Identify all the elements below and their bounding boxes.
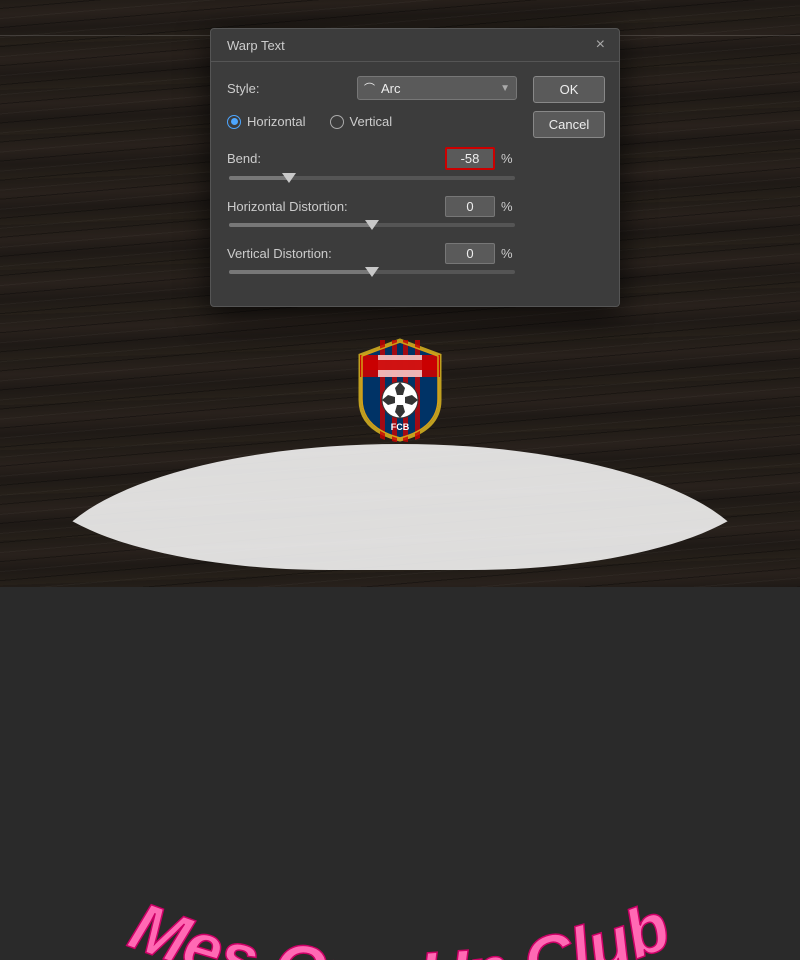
style-row: Style: ⌒ Arc ▼ bbox=[227, 76, 517, 100]
bend-slider-fill bbox=[229, 176, 289, 180]
dialog-content: Style: ⌒ Arc ▼ Horizontal Vertical bbox=[211, 62, 619, 306]
bend-slider-track[interactable] bbox=[229, 176, 515, 180]
vertical-radio-circle bbox=[330, 115, 344, 129]
warped-text-container: Mes Que Un Club bbox=[0, 370, 800, 580]
vertical-label: Vertical bbox=[350, 114, 393, 129]
bend-label: Bend: bbox=[227, 151, 357, 166]
horiz-dist-label: Horizontal Distortion: bbox=[227, 199, 357, 214]
horiz-dist-thumb[interactable] bbox=[365, 220, 379, 230]
ok-button[interactable]: OK bbox=[533, 76, 605, 103]
orientation-row: Horizontal Vertical bbox=[227, 114, 517, 129]
horizontal-radio-circle bbox=[227, 115, 241, 129]
warped-text-element: Mes Que Un Club bbox=[120, 888, 679, 960]
horiz-dist-slider-track[interactable] bbox=[229, 223, 515, 227]
vert-dist-pct: % bbox=[501, 246, 517, 261]
horiz-dist-row-top: Horizontal Distortion: % bbox=[227, 196, 517, 217]
vertical-radio[interactable]: Vertical bbox=[330, 114, 393, 129]
bend-pct: % bbox=[501, 151, 517, 166]
arc-icon: ⌒ bbox=[364, 80, 375, 96]
vert-dist-row-top: Vertical Distortion: % bbox=[227, 243, 517, 264]
vert-dist-fill bbox=[229, 270, 372, 274]
horiz-dist-fill bbox=[229, 223, 372, 227]
vert-dist-thumb[interactable] bbox=[365, 267, 379, 277]
style-dropdown[interactable]: ⌒ Arc ▼ bbox=[357, 76, 517, 100]
cancel-button[interactable]: Cancel bbox=[533, 111, 605, 138]
style-value: Arc bbox=[381, 81, 401, 96]
horizontal-label: Horizontal bbox=[247, 114, 306, 129]
bend-slider-thumb[interactable] bbox=[282, 173, 296, 183]
warped-text-svg: Mes Que Un Club bbox=[50, 760, 750, 960]
horizontal-distortion-row: Horizontal Distortion: % bbox=[227, 196, 517, 227]
vert-dist-input[interactable] bbox=[445, 243, 495, 264]
dialog-title: Warp Text bbox=[227, 38, 285, 53]
dialog-buttons: OK Cancel bbox=[533, 62, 619, 306]
close-button[interactable]: × bbox=[594, 37, 607, 53]
horizontal-radio[interactable]: Horizontal bbox=[227, 114, 306, 129]
bend-row: Bend: % bbox=[227, 147, 517, 180]
style-label: Style: bbox=[227, 81, 357, 96]
horiz-dist-input[interactable] bbox=[445, 196, 495, 217]
vert-dist-label: Vertical Distortion: bbox=[227, 246, 357, 261]
horiz-dist-pct: % bbox=[501, 199, 517, 214]
dialog-main: Style: ⌒ Arc ▼ Horizontal Vertical bbox=[211, 62, 533, 306]
vert-dist-slider-track[interactable] bbox=[229, 270, 515, 274]
bend-input[interactable] bbox=[445, 147, 495, 170]
chevron-down-icon: ▼ bbox=[500, 83, 510, 94]
vertical-distortion-row: Vertical Distortion: % bbox=[227, 243, 517, 274]
svg-text:Mes Que Un Club: Mes Que Un Club bbox=[120, 888, 679, 960]
dialog-titlebar: Warp Text × bbox=[211, 29, 619, 62]
bend-row-top: Bend: % bbox=[227, 147, 517, 170]
warp-text-dialog: Warp Text × Style: ⌒ Arc ▼ Horizontal bbox=[210, 28, 620, 307]
